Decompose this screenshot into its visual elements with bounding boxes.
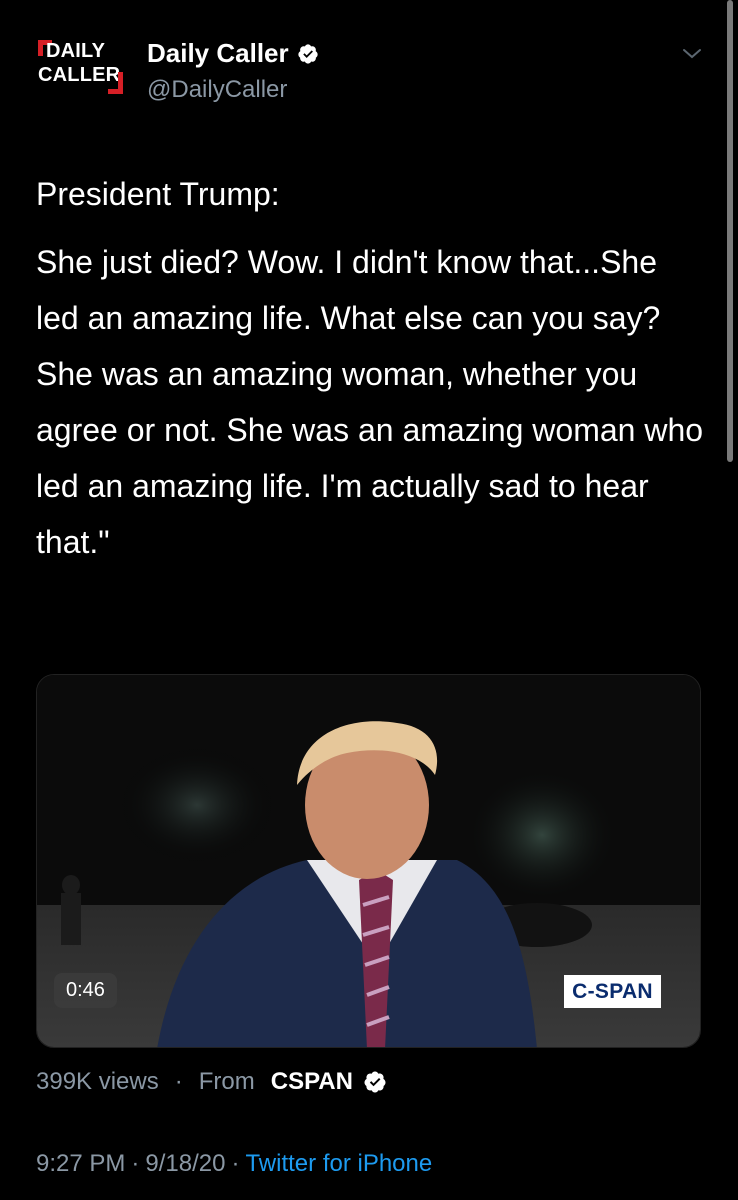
scrollbar[interactable] bbox=[727, 0, 733, 462]
video-player[interactable]: 0:46 C-SPAN bbox=[36, 674, 701, 1048]
cspan-watermark: C-SPAN bbox=[564, 975, 661, 1008]
video-duration-badge: 0:46 bbox=[54, 973, 117, 1008]
verified-badge-icon bbox=[364, 1071, 386, 1093]
tweet-detail-page: DAILY CALLER Daily Caller @DailyCaller P… bbox=[0, 0, 738, 1200]
verified-badge-icon bbox=[298, 43, 318, 64]
source-account-link[interactable]: CSPAN bbox=[271, 1068, 353, 1096]
handle[interactable]: @DailyCaller bbox=[147, 76, 287, 104]
from-label: From bbox=[198, 1068, 255, 1095]
client-link[interactable]: Twitter for iPhone bbox=[245, 1150, 432, 1178]
view-count: 399K views bbox=[36, 1068, 159, 1095]
separator-dot: · bbox=[174, 1068, 183, 1095]
separator-dot: · bbox=[231, 1150, 240, 1177]
tweet-paragraph: She just died? Wow. I didn't know that..… bbox=[36, 244, 704, 560]
logo-text-line1: DAILY bbox=[46, 40, 106, 62]
tweet-time[interactable]: 9:27 PM bbox=[36, 1150, 125, 1178]
tweet-header: DAILY CALLER Daily Caller @DailyCaller bbox=[34, 34, 704, 114]
display-name[interactable]: Daily Caller bbox=[147, 38, 289, 69]
tweet-paragraph: President Trump: bbox=[36, 176, 280, 212]
logo-text-line2: CALLER bbox=[38, 64, 121, 86]
chevron-down-icon[interactable] bbox=[680, 42, 704, 66]
video-stats-row: 399K views · From CSPAN bbox=[36, 1067, 387, 1097]
tweet-meta: 9:27 PM · 9/18/20 · Twitter for iPhone bbox=[36, 1150, 432, 1178]
avatar[interactable]: DAILY CALLER bbox=[34, 34, 134, 114]
name-row[interactable]: Daily Caller bbox=[147, 38, 319, 69]
tweet-date[interactable]: 9/18/20 bbox=[145, 1150, 225, 1178]
separator-dot: · bbox=[131, 1150, 140, 1177]
tweet-text: President Trump: She just died? Wow. I d… bbox=[36, 166, 706, 570]
logo-corner-mark-bottom-bar bbox=[108, 89, 123, 94]
